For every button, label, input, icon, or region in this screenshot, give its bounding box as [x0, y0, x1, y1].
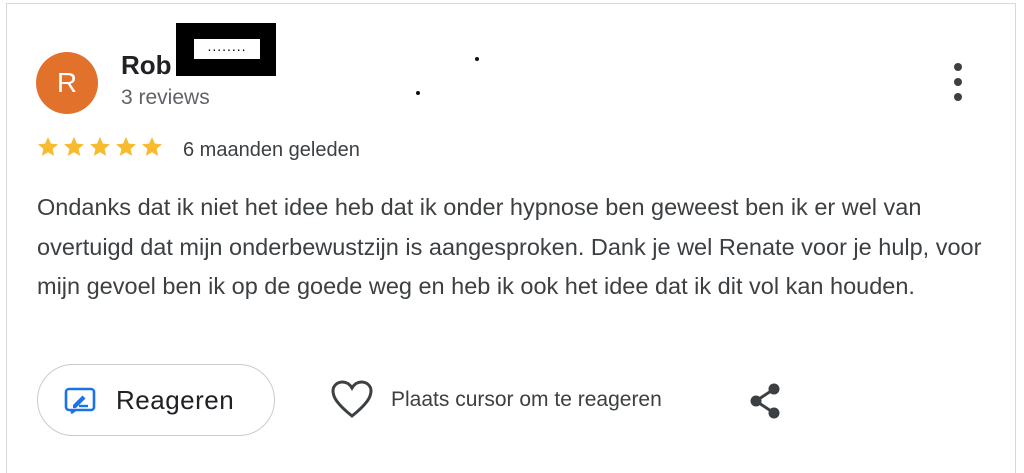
star-icon	[142, 137, 162, 156]
reply-button[interactable]: Reageren	[37, 364, 275, 436]
more-vert-icon	[954, 63, 962, 71]
like-hint: Plaats cursor om te reageren	[391, 388, 662, 411]
star-rating	[36, 135, 164, 159]
star-icon	[64, 137, 84, 156]
more-vert-icon-dot	[954, 78, 962, 86]
star-icon	[116, 137, 136, 156]
avatar[interactable]: R	[36, 52, 98, 114]
star-icon	[38, 137, 58, 156]
review-time: 6 maanden geleden	[183, 139, 360, 161]
avatar-letter: R	[56, 67, 78, 98]
more-options-button[interactable]	[946, 63, 970, 101]
author-name[interactable]: Rob	[121, 50, 172, 81]
reply-label: Reageren	[116, 385, 235, 415]
redacted-surname: ........	[194, 39, 260, 59]
redaction-box: ........	[176, 23, 276, 76]
edit-reply-icon	[64, 387, 96, 415]
reviews-count[interactable]: 3 reviews	[121, 86, 210, 110]
more-vert-icon-dot	[954, 93, 962, 101]
speck	[475, 57, 479, 61]
heart-icon[interactable]	[331, 380, 373, 420]
share-icon[interactable]	[748, 382, 782, 420]
star-icon	[90, 137, 110, 156]
speck	[416, 91, 420, 95]
review-text: Ondanks dat ik niet het idee heb dat ik …	[37, 194, 982, 299]
